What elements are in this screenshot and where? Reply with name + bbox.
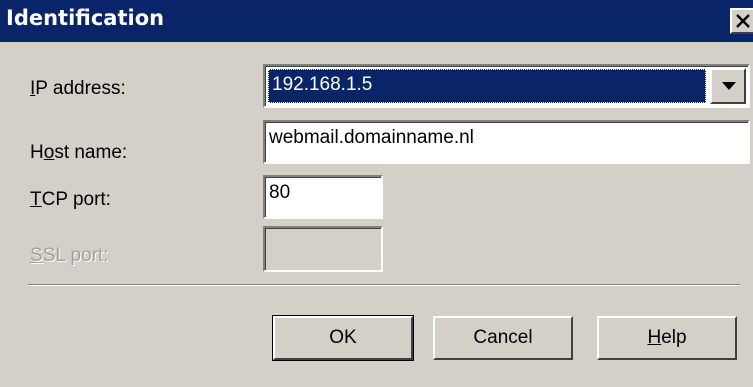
host-name-input[interactable]: webmail.domainname.nl [263,120,750,164]
ip-address-dropdown-button[interactable] [710,68,746,104]
ip-address-label-text: P address: [35,78,126,99]
separator [28,284,740,286]
ok-button[interactable]: OK [272,315,414,361]
help-label-text: elp [661,327,687,348]
tcp-port-label-text: CP port: [41,189,111,210]
host-name-accel: o [43,142,55,163]
window-title: Identification [6,6,165,30]
ssl-port-label-text: SL port: [42,245,109,266]
close-button[interactable] [730,8,753,34]
cancel-button[interactable]: Cancel [433,316,573,360]
host-name-label-text: st name: [54,142,128,163]
tcp-port-label: TCP port: [30,189,111,211]
ssl-port-accel: S [30,245,43,266]
ip-address-select[interactable]: 192.168.1.5 [263,64,750,108]
ip-address-label: IP address: [30,78,126,100]
close-icon [736,14,750,28]
help-button[interactable]: Help [597,316,737,360]
ssl-port-label: SSL port: [30,245,109,267]
ssl-port-input [263,226,383,272]
host-name-label: Host name: [30,142,127,164]
chevron-down-icon [722,82,736,90]
ip-address-value: 192.168.1.5 [268,69,706,103]
title-bar[interactable]: Identification [0,0,753,42]
tcp-port-input[interactable]: 80 [263,175,383,219]
help-accel: H [647,327,662,348]
tcp-port-accel: T [30,189,42,210]
host-name-label-pre: H [30,142,44,163]
